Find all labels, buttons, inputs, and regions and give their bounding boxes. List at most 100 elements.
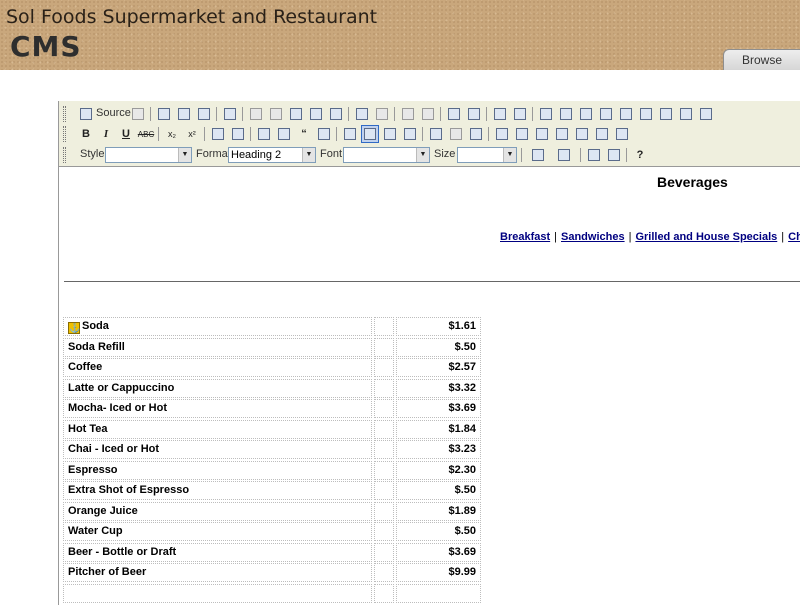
horizontal-rule-icon[interactable] [553,125,571,143]
subscript-icon[interactable]: x₂ [163,125,181,143]
blockquote-icon[interactable]: “ [295,125,313,143]
table-row: Beer - Bottle or Draft $3.69 [63,542,481,563]
page-title: Beverages [657,174,728,190]
radio-button-icon[interactable] [577,105,595,123]
style-select[interactable]: ▼ [105,147,192,163]
textarea-icon[interactable] [617,105,635,123]
maximize-icon[interactable] [585,146,603,164]
format-label: Format [196,148,231,160]
justify-icon[interactable] [401,125,419,143]
page-break-icon[interactable] [613,125,631,143]
redo-icon[interactable] [419,105,437,123]
italic-icon[interactable]: I [97,125,115,143]
image-button-icon[interactable] [677,105,695,123]
cut-icon[interactable] [247,105,265,123]
save-icon[interactable] [155,105,173,123]
editor-content-area[interactable]: Beverages Breakfast | Sandwiches | Grilled a… [59,167,800,605]
smiley-icon[interactable] [573,125,591,143]
toolbar-row-3: Style ▼ Format Heading 2 ▼ Font ▼ Size ▼ … [59,145,800,165]
cms-logo: CMS [10,30,82,63]
anchor-marker-icon[interactable]: ⚓ [68,322,80,334]
show-blocks-icon[interactable] [605,146,623,164]
source-button[interactable]: Source [96,107,131,119]
table-row: Mocha- Iced or Hot $3.69 [63,398,481,419]
format-select[interactable]: Heading 2 ▼ [228,147,316,163]
nav-link-sandwiches[interactable]: Sandwiches [561,231,625,243]
nav-link-child[interactable]: Child [788,231,800,243]
align-center-icon[interactable] [361,125,379,143]
size-label: Size [434,148,456,160]
select-all-icon[interactable] [491,105,509,123]
size-select[interactable]: ▼ [457,147,517,163]
checkbox-icon[interactable] [557,105,575,123]
special-char-icon[interactable] [593,125,611,143]
paste-icon[interactable] [287,105,305,123]
table-icon[interactable] [533,125,551,143]
table-row: Soda Refill $.50 [63,337,481,358]
font-select[interactable]: ▼ [343,147,430,163]
help-icon[interactable]: ? [631,146,649,164]
strikethrough-icon[interactable]: ABC [137,125,155,143]
text-field-icon[interactable] [597,105,615,123]
print-icon[interactable] [353,105,371,123]
copy-icon[interactable] [267,105,285,123]
nav-link-grilled-house-specials[interactable]: Grilled and House Specials [635,231,777,243]
chevron-down-icon: ▼ [503,148,516,162]
bulleted-list-icon[interactable] [229,125,247,143]
remove-format-icon[interactable] [511,105,529,123]
underline-icon[interactable]: U [117,125,135,143]
rich-text-editor: Source B I U ABC x₂ x² “ Style ▼ Format … [58,101,800,605]
source-icon[interactable] [77,105,95,123]
bold-icon[interactable]: B [77,125,95,143]
button-field-icon[interactable] [657,105,675,123]
table-row: Extra Shot of Espresso $.50 [63,480,481,501]
table-row: Latte or Cappuccino $3.32 [63,378,481,399]
decrease-indent-icon[interactable] [255,125,273,143]
table-row [63,583,481,604]
align-left-icon[interactable] [341,125,359,143]
chevron-down-icon: ▼ [178,148,191,162]
flash-icon[interactable] [513,125,531,143]
image-icon[interactable] [493,125,511,143]
spellcheck-icon[interactable] [373,105,391,123]
toolbar-grip[interactable] [63,147,66,163]
numbered-list-icon[interactable] [209,125,227,143]
toolbar-row-2: B I U ABC x₂ x² “ [59,124,800,144]
style-label: Style [80,148,105,160]
toolbar-grip[interactable] [63,106,66,122]
link-icon[interactable] [427,125,445,143]
paste-text-icon[interactable] [307,105,325,123]
browse-tab[interactable]: Browse [723,49,800,70]
toolbar-row-1: Source [59,104,800,124]
beverage-menu-table: ⚓ Soda $1.61 Soda Refill $.50 Coffee $2.57 L… [63,316,481,603]
superscript-icon[interactable]: x² [183,125,201,143]
paste-word-icon[interactable] [327,105,345,123]
chevron-down-icon: ▼ [302,148,315,162]
increase-indent-icon[interactable] [275,125,293,143]
text-color-icon[interactable] [526,146,550,164]
toolbar-grip[interactable] [63,126,66,142]
preview-icon[interactable] [195,105,213,123]
table-row: Coffee $2.57 [63,357,481,378]
div-container-icon[interactable] [315,125,333,143]
unlink-icon[interactable] [447,125,465,143]
form-icon[interactable] [537,105,555,123]
table-row: Chai - Iced or Hot $3.23 [63,439,481,460]
templates-icon[interactable] [221,105,239,123]
hidden-field-icon[interactable] [697,105,715,123]
new-page-icon[interactable] [175,105,193,123]
undo-icon[interactable] [399,105,417,123]
background-color-icon[interactable] [552,146,576,164]
chevron-down-icon: ▼ [416,148,429,162]
site-header: Sol Foods Supermarket and Restaurant CMS… [0,0,800,70]
anchor-icon[interactable] [467,125,485,143]
select-field-icon[interactable] [637,105,655,123]
nav-link-breakfast[interactable]: Breakfast [500,231,550,243]
document-properties-icon[interactable] [129,105,147,123]
site-title: Sol Foods Supermarket and Restaurant [6,6,378,28]
table-row: Pitcher of Beer $9.99 [63,562,481,583]
replace-icon[interactable] [465,105,483,123]
table-row: ⚓ Soda $1.61 [63,316,481,337]
find-icon[interactable] [445,105,463,123]
align-right-icon[interactable] [381,125,399,143]
